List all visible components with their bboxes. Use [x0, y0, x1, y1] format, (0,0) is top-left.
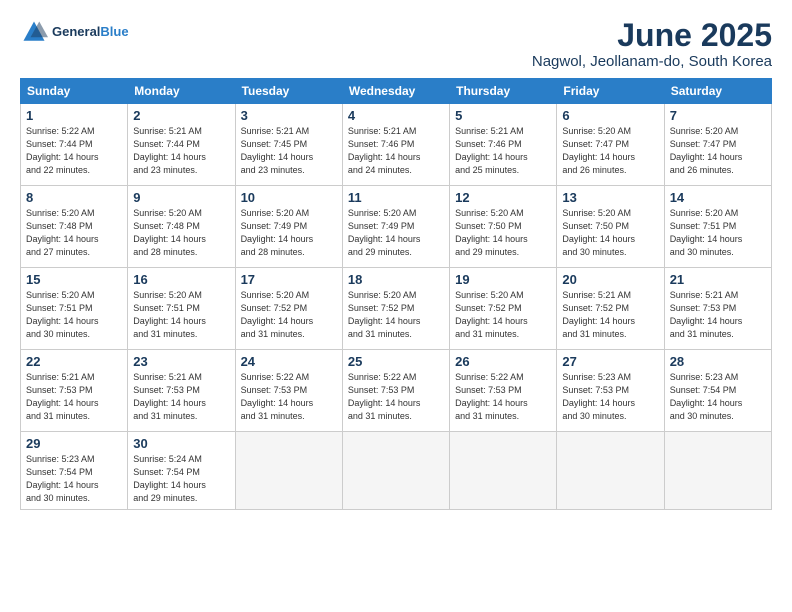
day-20: 20Sunrise: 5:21 AM Sunset: 7:52 PM Dayli…	[557, 268, 664, 350]
month-title: June 2025	[532, 18, 772, 53]
col-saturday: Saturday	[664, 79, 771, 104]
day-10: 10Sunrise: 5:20 AM Sunset: 7:49 PM Dayli…	[235, 186, 342, 268]
day-14: 14Sunrise: 5:20 AM Sunset: 7:51 PM Dayli…	[664, 186, 771, 268]
logo-line2: Blue	[100, 24, 128, 39]
col-wednesday: Wednesday	[342, 79, 449, 104]
col-sunday: Sunday	[21, 79, 128, 104]
calendar-week-4: 22Sunrise: 5:21 AM Sunset: 7:53 PM Dayli…	[21, 350, 772, 432]
day-27: 27Sunrise: 5:23 AM Sunset: 7:53 PM Dayli…	[557, 350, 664, 432]
logo-icon	[20, 18, 48, 46]
logo-line1: General	[52, 24, 100, 39]
calendar-week-2: 8Sunrise: 5:20 AM Sunset: 7:48 PM Daylig…	[21, 186, 772, 268]
day-12: 12Sunrise: 5:20 AM Sunset: 7:50 PM Dayli…	[450, 186, 557, 268]
empty-cell	[664, 432, 771, 510]
day-26: 26Sunrise: 5:22 AM Sunset: 7:53 PM Dayli…	[450, 350, 557, 432]
empty-cell	[235, 432, 342, 510]
day-11: 11Sunrise: 5:20 AM Sunset: 7:49 PM Dayli…	[342, 186, 449, 268]
calendar-page: GeneralBlue June 2025 Nagwol, Jeollanam-…	[0, 0, 792, 612]
day-21: 21Sunrise: 5:21 AM Sunset: 7:53 PM Dayli…	[664, 268, 771, 350]
col-thursday: Thursday	[450, 79, 557, 104]
day-28: 28Sunrise: 5:23 AM Sunset: 7:54 PM Dayli…	[664, 350, 771, 432]
calendar-week-1: 1Sunrise: 5:22 AM Sunset: 7:44 PM Daylig…	[21, 104, 772, 186]
day-1: 1Sunrise: 5:22 AM Sunset: 7:44 PM Daylig…	[21, 104, 128, 186]
logo: GeneralBlue	[20, 18, 129, 46]
day-16: 16Sunrise: 5:20 AM Sunset: 7:51 PM Dayli…	[128, 268, 235, 350]
col-monday: Monday	[128, 79, 235, 104]
day-9: 9Sunrise: 5:20 AM Sunset: 7:48 PM Daylig…	[128, 186, 235, 268]
day-5: 5Sunrise: 5:21 AM Sunset: 7:46 PM Daylig…	[450, 104, 557, 186]
day-8: 8Sunrise: 5:20 AM Sunset: 7:48 PM Daylig…	[21, 186, 128, 268]
day-23: 23Sunrise: 5:21 AM Sunset: 7:53 PM Dayli…	[128, 350, 235, 432]
day-25: 25Sunrise: 5:22 AM Sunset: 7:53 PM Dayli…	[342, 350, 449, 432]
empty-cell	[450, 432, 557, 510]
day-6: 6Sunrise: 5:20 AM Sunset: 7:47 PM Daylig…	[557, 104, 664, 186]
day-30: 30Sunrise: 5:24 AM Sunset: 7:54 PM Dayli…	[128, 432, 235, 510]
day-2: 2Sunrise: 5:21 AM Sunset: 7:44 PM Daylig…	[128, 104, 235, 186]
logo-text: GeneralBlue	[52, 24, 129, 40]
day-7: 7Sunrise: 5:20 AM Sunset: 7:47 PM Daylig…	[664, 104, 771, 186]
calendar-week-3: 15Sunrise: 5:20 AM Sunset: 7:51 PM Dayli…	[21, 268, 772, 350]
day-4: 4Sunrise: 5:21 AM Sunset: 7:46 PM Daylig…	[342, 104, 449, 186]
calendar-week-5: 29Sunrise: 5:23 AM Sunset: 7:54 PM Dayli…	[21, 432, 772, 510]
empty-cell	[342, 432, 449, 510]
day-13: 13Sunrise: 5:20 AM Sunset: 7:50 PM Dayli…	[557, 186, 664, 268]
title-block: June 2025 Nagwol, Jeollanam-do, South Ko…	[532, 18, 772, 70]
location-title: Nagwol, Jeollanam-do, South Korea	[532, 53, 772, 70]
day-3: 3Sunrise: 5:21 AM Sunset: 7:45 PM Daylig…	[235, 104, 342, 186]
day-19: 19Sunrise: 5:20 AM Sunset: 7:52 PM Dayli…	[450, 268, 557, 350]
col-tuesday: Tuesday	[235, 79, 342, 104]
day-17: 17Sunrise: 5:20 AM Sunset: 7:52 PM Dayli…	[235, 268, 342, 350]
day-22: 22Sunrise: 5:21 AM Sunset: 7:53 PM Dayli…	[21, 350, 128, 432]
calendar-table: Sunday Monday Tuesday Wednesday Thursday…	[20, 78, 772, 510]
day-29: 29Sunrise: 5:23 AM Sunset: 7:54 PM Dayli…	[21, 432, 128, 510]
empty-cell	[557, 432, 664, 510]
header: GeneralBlue June 2025 Nagwol, Jeollanam-…	[20, 18, 772, 70]
col-friday: Friday	[557, 79, 664, 104]
calendar-header-row: Sunday Monday Tuesday Wednesday Thursday…	[21, 79, 772, 104]
day-15: 15Sunrise: 5:20 AM Sunset: 7:51 PM Dayli…	[21, 268, 128, 350]
day-18: 18Sunrise: 5:20 AM Sunset: 7:52 PM Dayli…	[342, 268, 449, 350]
day-24: 24Sunrise: 5:22 AM Sunset: 7:53 PM Dayli…	[235, 350, 342, 432]
